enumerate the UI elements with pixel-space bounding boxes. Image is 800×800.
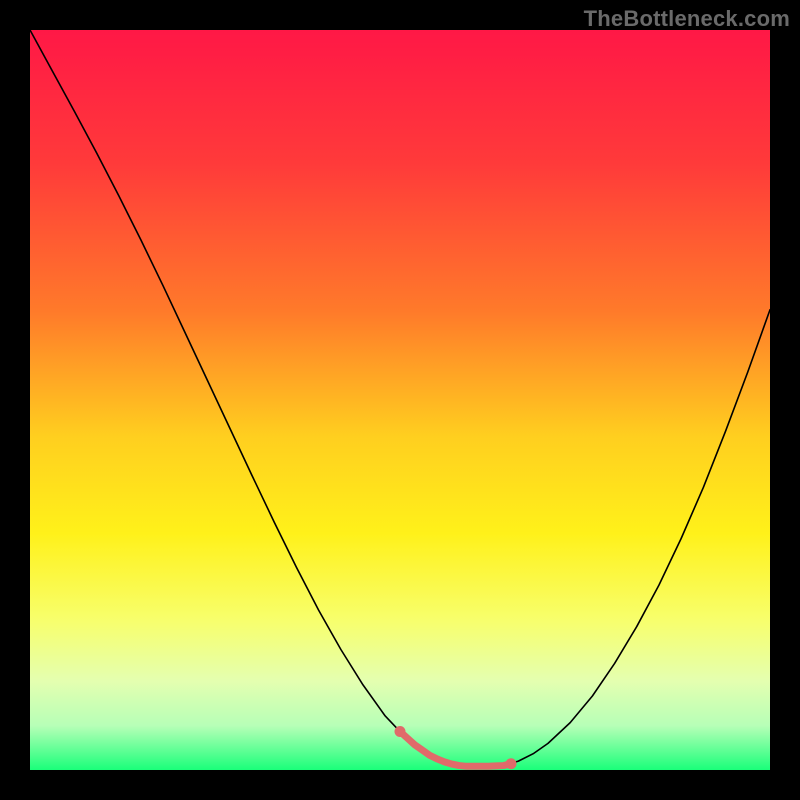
gradient-background <box>30 30 770 770</box>
highlight-endcap <box>395 726 406 737</box>
chart-frame: TheBottleneck.com <box>0 0 800 800</box>
plot-area <box>30 30 770 770</box>
watermark-text: TheBottleneck.com <box>584 6 790 32</box>
highlight-endcap <box>506 758 517 769</box>
chart-svg <box>30 30 770 770</box>
